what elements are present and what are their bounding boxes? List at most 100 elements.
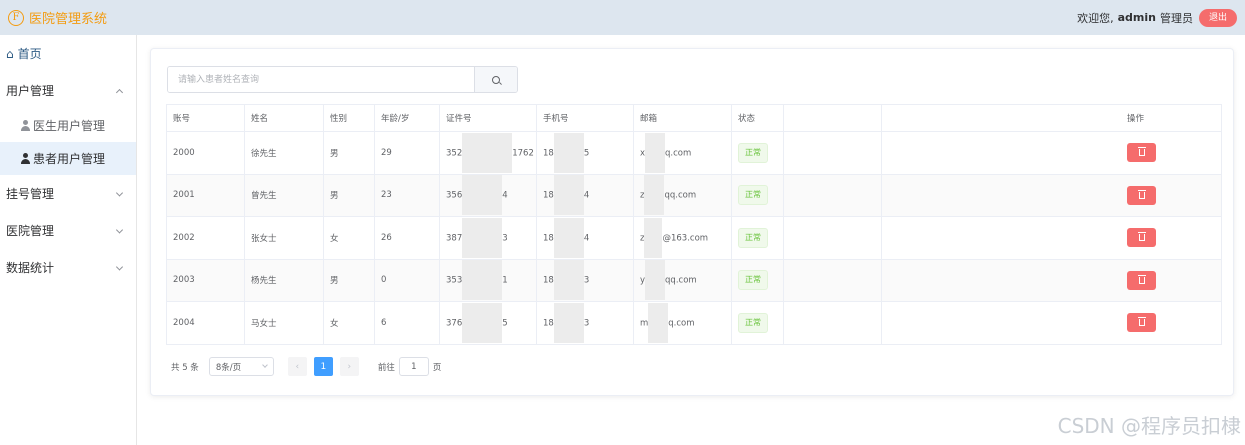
- goto-suffix: 页: [432, 362, 442, 373]
- patient-table: 账号 姓名 性别 年龄/岁 证件号 手机号 邮箱 状态 操作 2000 徐先生 …: [166, 104, 1222, 345]
- status-badge: 正常: [738, 185, 768, 206]
- user-role: 管理员: [1159, 11, 1193, 25]
- logout-button[interactable]: 退出: [1198, 8, 1237, 27]
- welcome-text: 欢迎您,: [1077, 11, 1114, 25]
- table-header-row: 账号 姓名 性别 年龄/岁 证件号 手机号 邮箱 状态 操作: [166, 104, 1222, 132]
- cell-id-card: 353 1: [439, 259, 537, 302]
- cell-phone: 18 4: [536, 174, 634, 217]
- delete-button[interactable]: [1127, 270, 1156, 290]
- cell-actions: [881, 131, 1222, 175]
- cell-gender: 男: [323, 259, 375, 302]
- delete-button[interactable]: [1127, 228, 1156, 248]
- sidebar-item-doctor-users[interactable]: 医生用户管理: [0, 109, 136, 142]
- sidebar-item-label: 医生用户管理: [33, 119, 106, 133]
- cell-actions: [881, 216, 1222, 260]
- search-icon: [492, 75, 500, 84]
- main-card: 账号 姓名 性别 年龄/岁 证件号 手机号 邮箱 状态 操作 2000 徐先生 …: [150, 48, 1234, 396]
- status-badge: 正常: [738, 312, 768, 333]
- cell-name: 徐先生: [244, 131, 324, 175]
- cell-status: 正常: [731, 174, 784, 217]
- cell-status: 正常: [731, 216, 784, 260]
- cell-gender: 男: [323, 174, 375, 217]
- column-header-actions: 操作: [881, 104, 1222, 132]
- column-header-name: 姓名: [244, 104, 324, 132]
- goto-prefix: 前往: [377, 362, 395, 373]
- cell-account: 2001: [166, 174, 245, 217]
- cell-age: 23: [374, 174, 440, 217]
- cell-actions: [881, 301, 1222, 345]
- cell-gender: 男: [323, 131, 375, 175]
- table-row: 2004 马女士 女 6 376 5 18 3 m q.com 正常: [166, 301, 1222, 345]
- chevron-down-icon: [115, 262, 124, 271]
- username: admin: [1117, 11, 1156, 24]
- cell-blank: [783, 259, 882, 302]
- cell-id-card: 356 4: [439, 174, 537, 217]
- column-header-status: 状态: [731, 104, 784, 132]
- trash-icon: [1137, 317, 1146, 327]
- cell-email: y qq.com: [633, 259, 732, 302]
- chevron-down-icon: [115, 225, 124, 234]
- chevron-down-icon: [261, 362, 268, 368]
- cell-blank: [783, 131, 882, 175]
- cell-account: 2002: [166, 216, 245, 260]
- goto-page-input[interactable]: [398, 357, 429, 376]
- cell-phone: 18 3: [536, 301, 634, 345]
- sidebar-item-hospital[interactable]: 医院管理: [0, 212, 136, 249]
- cell-gender: 女: [323, 301, 375, 345]
- table-row: 2002 张女士 女 26 387 3 18 4 z @163.com 正常: [166, 216, 1222, 260]
- top-header: F 医院管理系统 欢迎您, admin 管理员 退出: [0, 0, 1245, 35]
- cell-blank: [783, 174, 882, 217]
- cell-name: 马女士: [244, 301, 324, 345]
- cell-account: 2003: [166, 259, 245, 302]
- search-button[interactable]: [474, 67, 517, 92]
- cell-email: x q.com: [633, 131, 732, 175]
- cell-phone: 18 3: [536, 259, 634, 302]
- delete-button[interactable]: [1127, 185, 1156, 205]
- search-bar: [167, 66, 518, 93]
- status-badge: 正常: [738, 142, 768, 163]
- column-header-id-card: 证件号: [439, 104, 537, 132]
- watermark: CSDN @程序员扣棣: [1057, 414, 1241, 438]
- cell-age: 6: [374, 301, 440, 345]
- sidebar-item-label: 数据统计: [6, 261, 55, 275]
- sidebar-item-home[interactable]: ⌂ 首页: [0, 35, 136, 72]
- cell-status: 正常: [731, 259, 784, 302]
- brand: F 医院管理系统: [8, 8, 107, 27]
- goto-page: 前往 页: [377, 357, 442, 376]
- delete-button[interactable]: [1127, 313, 1156, 333]
- app-title: 医院管理系统: [29, 12, 108, 27]
- cell-phone: 18 5: [536, 131, 634, 175]
- search-input[interactable]: [168, 67, 474, 92]
- status-badge: 正常: [738, 270, 768, 291]
- cell-name: 曾先生: [244, 174, 324, 217]
- cell-name: 杨先生: [244, 259, 324, 302]
- sidebar-item-registration[interactable]: 挂号管理: [0, 175, 136, 212]
- chevron-up-icon: [115, 88, 124, 96]
- sidebar-item-patient-users[interactable]: 患者用户管理: [0, 142, 136, 175]
- user-icon: [20, 120, 30, 131]
- cell-email: z @163.com: [633, 216, 732, 260]
- sidebar-item-label: 首页: [17, 47, 42, 61]
- cell-blank: [783, 301, 882, 345]
- sidebar-item-user-management[interactable]: 用户管理: [0, 72, 136, 109]
- sidebar-item-label: 医院管理: [6, 224, 55, 238]
- chevron-down-icon: [115, 188, 124, 197]
- cell-actions: [881, 174, 1222, 217]
- cell-email: z qq.com: [633, 174, 732, 217]
- page-size-value: 8条/页: [215, 362, 242, 373]
- status-badge: 正常: [738, 227, 768, 248]
- column-header-gender: 性别: [323, 104, 375, 132]
- delete-button[interactable]: [1127, 143, 1156, 163]
- table-row: 2000 徐先生 男 29 352 1762 18 5 x q.com 正常: [166, 131, 1222, 175]
- prev-page-button[interactable]: ‹: [287, 357, 307, 376]
- cell-account: 2004: [166, 301, 245, 345]
- sidebar: ⌂ 首页 用户管理 医生用户管理 患者用户管理 挂号管理 医院管理 数据统计: [0, 35, 137, 445]
- trash-icon: [1137, 274, 1146, 284]
- page-number-current[interactable]: 1: [313, 357, 333, 376]
- trash-icon: [1137, 189, 1146, 199]
- cell-account: 2000: [166, 131, 245, 175]
- next-page-button[interactable]: ›: [339, 357, 359, 376]
- page-size-select[interactable]: 8条/页: [208, 357, 274, 376]
- sidebar-item-statistics[interactable]: 数据统计: [0, 249, 136, 286]
- user-icon: [20, 153, 30, 164]
